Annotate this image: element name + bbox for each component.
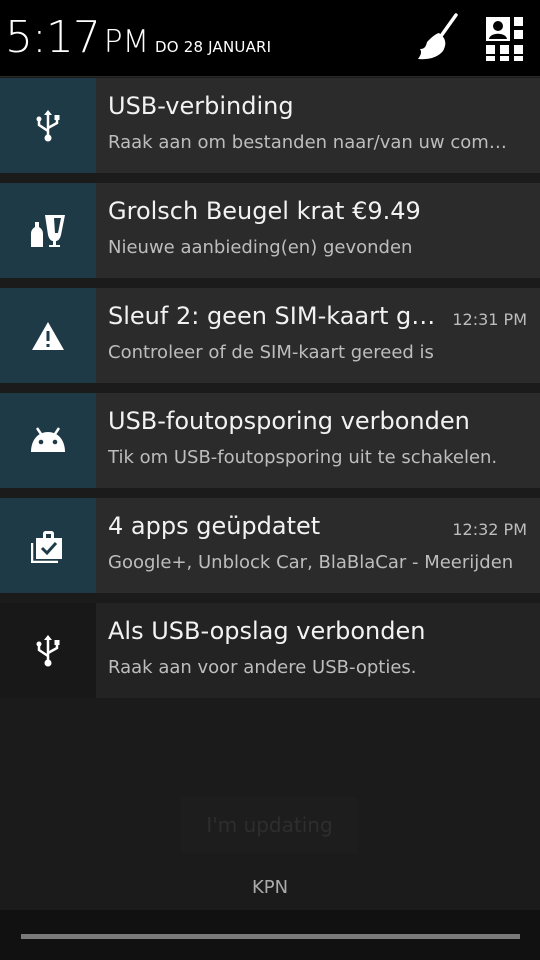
drag-handle[interactable] — [21, 934, 520, 939]
clock-ampm: PM — [103, 24, 150, 60]
notification-time: 12:32 PM — [452, 520, 527, 539]
status-header: 5:17 PM DO 28 JANUARI — [0, 0, 540, 77]
warning-icon — [32, 321, 64, 350]
notification-text: Nieuwe aanbieding(en) gevonden — [108, 237, 413, 258]
notification-usb-storage[interactable]: Als USB-opslag verbonden Raak aan voor a… — [0, 603, 540, 698]
notification-text: Tik om USB-foutopsporing uit te schakele… — [108, 447, 498, 468]
android-icon — [31, 426, 65, 452]
usb-icon — [36, 109, 60, 141]
notification-title: Als USB-opslag verbonden — [108, 617, 426, 645]
clear-all-button[interactable] — [410, 12, 462, 64]
notification-offer[interactable]: Grolsch Beugel krat €9.49 Nieuwe aanbied… — [0, 183, 540, 278]
date: DO 28 JANUARI — [155, 38, 272, 56]
bottle-glass-icon — [31, 214, 65, 247]
shade-drag-area[interactable] — [0, 910, 540, 960]
clock: 5:17 PM — [5, 12, 149, 68]
notification-title: Grolsch Beugel krat €9.49 — [108, 197, 421, 225]
notification-usb-connection[interactable]: USB-verbinding Raak aan om bestanden naa… — [0, 78, 540, 173]
notification-text: Google+, Unblock Car, BlaBlaCar - Meerij… — [108, 552, 514, 573]
clock-time: 5:17 — [5, 12, 101, 63]
carrier-label: KPN — [251, 877, 289, 898]
notification-text: Raak aan om bestanden naar/van uw comput… — [108, 132, 518, 153]
notification-sim[interactable]: Sleuf 2: geen SIM-kaart gevonden 12:31 P… — [0, 288, 540, 383]
broom-icon — [418, 13, 458, 60]
background-app-button: I'm updating — [181, 797, 358, 853]
notification-title: USB-verbinding — [108, 92, 294, 120]
quick-settings-icon — [486, 17, 523, 61]
notification-time: 12:31 PM — [452, 310, 527, 329]
notification-text: Controleer of de SIM-kaart gereed is — [108, 342, 434, 363]
usb-icon — [36, 634, 60, 666]
notification-title: USB-foutopsporing verbonden — [108, 407, 470, 435]
quick-settings-button[interactable] — [482, 12, 534, 64]
notification-apps-updated[interactable]: 4 apps geüpdatet 12:32 PM Google+, Unblo… — [0, 498, 540, 593]
apps-updated-icon — [31, 530, 62, 563]
notification-usb-debugging[interactable]: USB-foutopsporing verbonden Tik om USB-f… — [0, 393, 540, 488]
notification-title: Sleuf 2: geen SIM-kaart gevonden — [108, 302, 438, 330]
notification-text: Raak aan voor andere USB-opties. — [108, 657, 417, 678]
notification-title: 4 apps geüpdatet — [108, 512, 321, 540]
